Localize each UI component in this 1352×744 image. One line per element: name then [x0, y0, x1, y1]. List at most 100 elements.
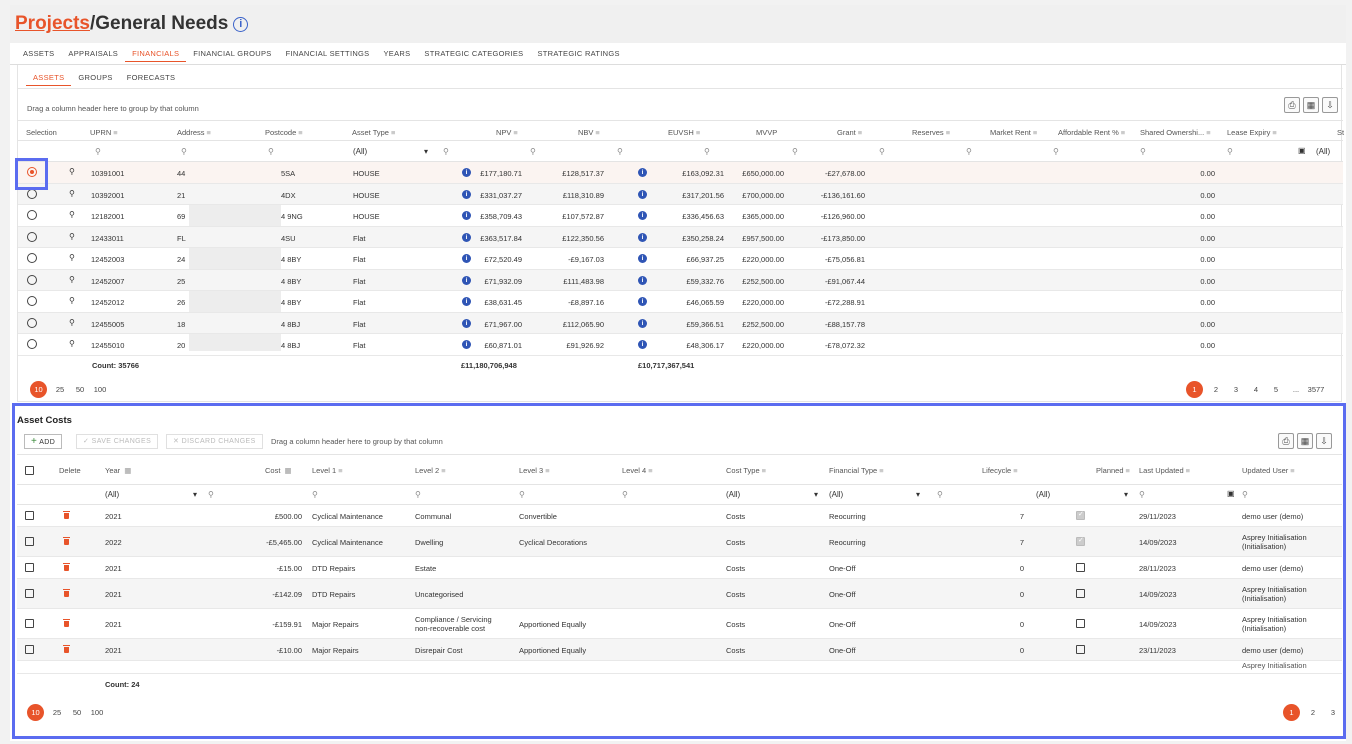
calendar-icon[interactable]: ▣	[1227, 489, 1235, 498]
page-button[interactable]: 2	[1206, 382, 1226, 398]
delete-icon[interactable]	[63, 589, 70, 597]
planned-checkbox[interactable]	[1076, 536, 1085, 546]
table-row[interactable]: ⚲ 12452007 25 4 8BY Flat i £71,932.09 £111,483.…	[18, 269, 1343, 291]
filter-search-icon[interactable]: ⚲	[1053, 147, 1059, 156]
row-checkbox[interactable]	[25, 563, 34, 572]
page-button[interactable]: 4	[1246, 382, 1266, 398]
row-search-icon[interactable]: ⚲	[69, 189, 75, 198]
filter-icon[interactable]: ▦	[282, 466, 292, 475]
selection-radio[interactable]	[27, 274, 37, 285]
filter-icon[interactable]: ≡	[1121, 128, 1125, 137]
filter-icon[interactable]: ▦	[122, 466, 131, 475]
discard-changes-button[interactable]: ✕ DISCARD CHANGES	[166, 434, 263, 449]
table-row[interactable]: 2021 -£15.00 DTD Repairs Estate Costs One-Off…	[17, 557, 1342, 579]
projects-link[interactable]: Projects	[15, 13, 90, 34]
filter-search-icon[interactable]: ⚲	[1227, 147, 1233, 156]
page-button[interactable]: 3	[1226, 382, 1246, 398]
filter-search-icon[interactable]: ⚲	[792, 147, 798, 156]
dropdown-icon[interactable]: ▾	[916, 490, 920, 499]
filter-icon[interactable]: ≡	[338, 466, 342, 475]
filter-icon[interactable]: ≡	[1126, 466, 1130, 475]
col-selection[interactable]: Selection	[26, 128, 57, 137]
row-search-icon[interactable]: ⚲	[69, 167, 75, 176]
row-search-icon[interactable]: ⚲	[69, 275, 75, 284]
cost-type-filter[interactable]: (All)	[726, 490, 740, 499]
calendar-icon[interactable]: ▣	[1298, 146, 1306, 155]
print-icon[interactable]: ⎙	[1278, 433, 1294, 449]
euvsh-info-icon[interactable]: i	[638, 275, 647, 285]
col-last-updated[interactable]: Last Updated ≡	[1139, 466, 1190, 475]
filter-search-icon[interactable]: ⚲	[937, 490, 943, 499]
col-shared-ownership[interactable]: Shared Ownershi... ≡	[1140, 128, 1211, 137]
selection-radio[interactable]	[27, 296, 37, 306]
table-row[interactable]: ⚲ 10392001 21 4DX HOUSE i £331,037.27 £118,310.…	[18, 183, 1343, 205]
page-size-option[interactable]: 10	[30, 381, 47, 398]
euvsh-info-icon[interactable]: i	[638, 297, 647, 306]
subtab-forecasts[interactable]: FORECASTS	[120, 70, 183, 86]
tab-financial-groups[interactable]: FINANCIAL GROUPS	[186, 46, 278, 62]
col-st[interactable]: St	[1337, 128, 1344, 137]
filter-search-icon[interactable]: ⚲	[879, 147, 885, 156]
col-reserves[interactable]: Reserves ≡	[912, 128, 950, 137]
table-row[interactable]: ⚲ 12452012 26 4 8BY Flat i £38,631.45 -£8,897.1…	[18, 291, 1343, 313]
tab-appraisals[interactable]: APPRAISALS	[61, 46, 125, 62]
filter-icon[interactable]: ≡	[595, 128, 599, 137]
page-size-option[interactable]: 10	[27, 704, 44, 721]
filter-icon[interactable]: ≡	[441, 466, 445, 475]
filter-search-icon[interactable]: ⚲	[268, 147, 274, 156]
euvsh-info-icon[interactable]: i	[638, 189, 647, 199]
selection-radio[interactable]	[27, 167, 37, 177]
npv-info-icon[interactable]: i	[462, 254, 471, 263]
dropdown-icon[interactable]: ▾	[193, 490, 197, 499]
filter-search-icon[interactable]: ⚲	[1139, 490, 1145, 499]
delete-icon[interactable]	[63, 563, 70, 571]
page-size-option[interactable]: 50	[67, 705, 87, 721]
save-changes-button[interactable]: ✓ SAVE CHANGES	[76, 434, 159, 449]
col-level3[interactable]: Level 3 ≡	[519, 466, 550, 475]
table-row[interactable]: ⚲ 12433011 FL 4SU Flat i £363,517.84 £122,350.5…	[18, 226, 1343, 248]
subtab-groups[interactable]: GROUPS	[71, 70, 119, 86]
page-button[interactable]: 5	[1266, 382, 1286, 398]
selection-radio[interactable]	[27, 231, 37, 242]
filter-search-icon[interactable]: ⚲	[622, 490, 628, 499]
table-row[interactable]: 2021 -£142.09 DTD Repairs Uncategorised Cost…	[17, 579, 1342, 609]
planned-filter[interactable]: (All)	[1036, 490, 1050, 499]
col-market-rent[interactable]: Market Rent ≡	[990, 128, 1037, 137]
filter-icon[interactable]: ≡	[207, 128, 211, 137]
col-lifecycle[interactable]: Lifecycle ≡	[982, 466, 1018, 475]
table-row[interactable]: 2022 -£5,465.00 Cyclical Maintenance Dwelli…	[17, 527, 1342, 557]
table-row[interactable]: ⚲ 12452003 24 4 8BY Flat i £72,520.49 -£9,167.0…	[18, 248, 1343, 270]
filter-icon[interactable]: ≡	[1272, 128, 1276, 137]
row-search-icon[interactable]: ⚲	[69, 318, 75, 327]
tab-strategic-ratings[interactable]: STRATEGIC RATINGS	[531, 46, 627, 62]
filter-icon[interactable]: ≡	[1206, 128, 1210, 137]
table-row[interactable]: ⚲ 10391001 44 5SA HOUSE i £177,180.71 £128,517.…	[18, 162, 1343, 184]
page-size-option[interactable]: 25	[47, 705, 67, 721]
page-button[interactable]: 3	[1323, 705, 1343, 721]
col-lease-expiry[interactable]: Lease Expiry ≡	[1227, 128, 1277, 137]
filter-icon[interactable]: ≡	[1290, 466, 1294, 475]
col-npv[interactable]: NPV ≡	[496, 128, 518, 137]
planned-checkbox[interactable]	[1076, 589, 1085, 598]
filter-icon[interactable]: ≡	[113, 128, 117, 137]
col-financial-type[interactable]: Financial Type ≡	[829, 466, 884, 475]
table-row[interactable]: ⚲ 12455010 20 4 8BJ Flat i £60,871.01 £91,926.9…	[18, 334, 1343, 356]
filter-search-icon[interactable]: ⚲	[415, 490, 421, 499]
npv-info-icon[interactable]: i	[462, 232, 471, 242]
lease-expiry-filter[interactable]: (All)	[1316, 147, 1330, 156]
filter-icon[interactable]: ≡	[513, 128, 517, 137]
page-button[interactable]: 1	[1283, 704, 1300, 721]
page-size-option[interactable]: 25	[50, 382, 70, 398]
col-delete[interactable]: Delete	[59, 466, 81, 475]
row-checkbox[interactable]	[25, 537, 34, 546]
col-asset-type[interactable]: Asset Type ≡	[352, 128, 395, 137]
col-year[interactable]: Year ▦	[105, 466, 131, 475]
npv-info-icon[interactable]: i	[462, 318, 471, 328]
row-search-icon[interactable]: ⚲	[69, 296, 75, 305]
year-filter[interactable]: (All)	[105, 490, 119, 499]
row-checkbox[interactable]	[25, 619, 34, 628]
tab-years[interactable]: YEARS	[376, 46, 417, 62]
page-button[interactable]: 2	[1303, 705, 1323, 721]
table-row[interactable]: ⚲ 12455005 18 4 8BJ Flat i £71,967.00 £112,065.…	[18, 312, 1343, 334]
filter-icon[interactable]: ≡	[1033, 128, 1037, 137]
